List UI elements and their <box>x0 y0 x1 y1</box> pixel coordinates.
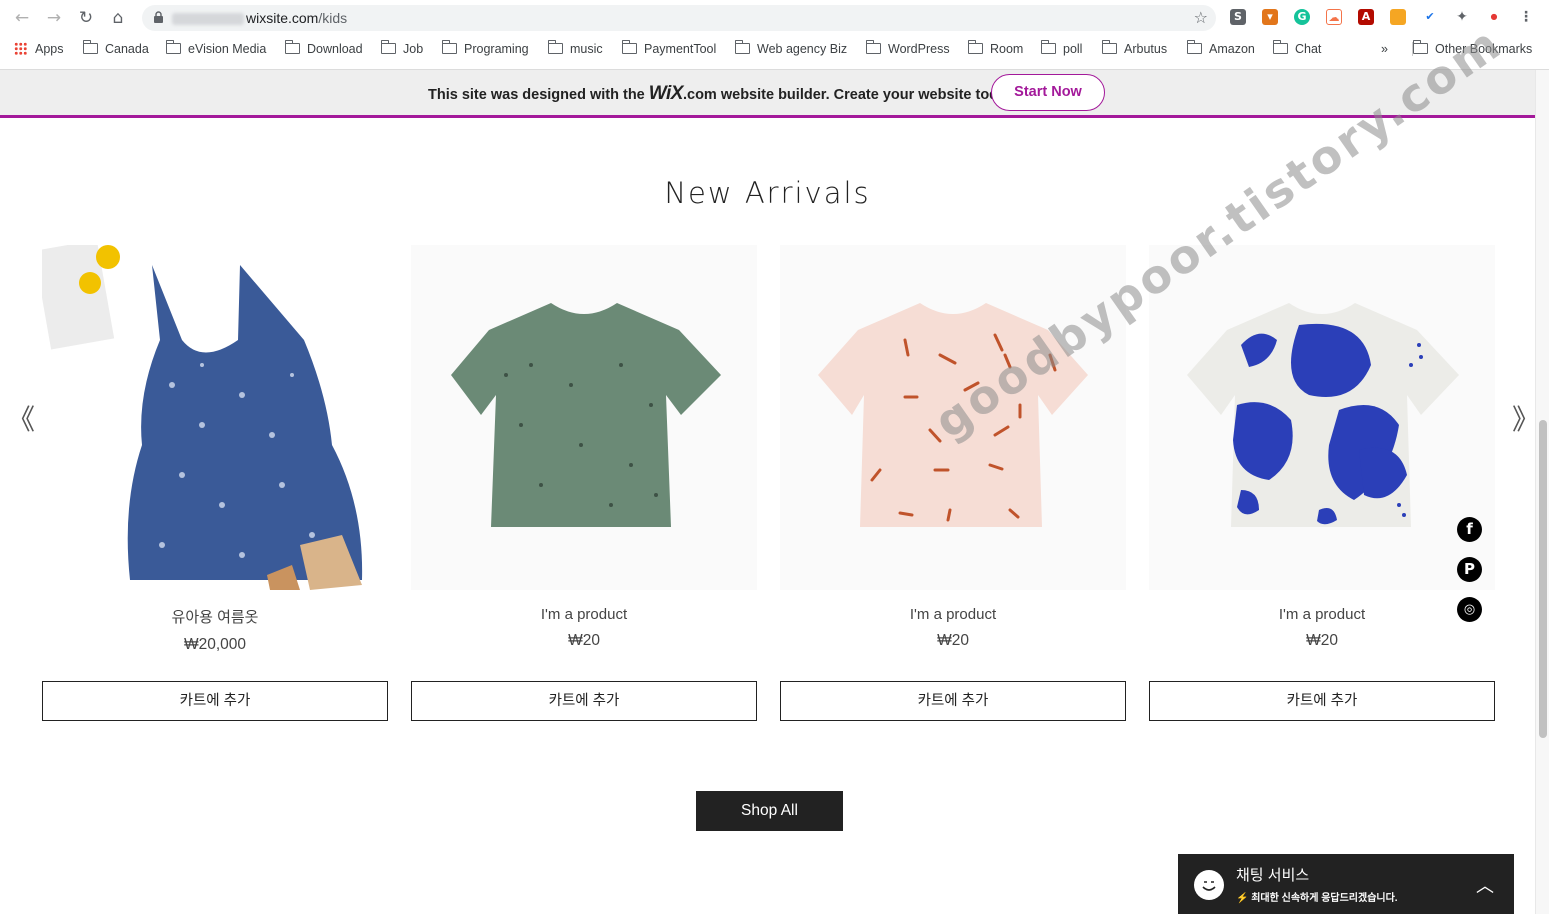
product-image-dress[interactable] <box>42 245 388 590</box>
page-scrollbar[interactable] <box>1535 70 1549 914</box>
product-name[interactable]: I'm a product <box>411 606 757 623</box>
bookmark-amazon[interactable]: Amazon <box>1186 40 1255 56</box>
folder-icon <box>967 40 983 54</box>
lightning-icon: ⚡ <box>1236 893 1252 904</box>
skype-extension-icon[interactable]: S <box>1230 9 1246 25</box>
product-card[interactable]: I'm a product ₩20 카트에 추가 <box>1149 245 1495 721</box>
metamask-extension-icon[interactable]: ▾ <box>1262 9 1278 25</box>
folder-icon <box>284 40 300 54</box>
chat-widget[interactable]: 채팅 서비스 ⚡ 최대한 신속하게 응답드리겠습니다. ︿ <box>1178 854 1514 914</box>
folder-icon <box>1040 40 1056 54</box>
start-now-button[interactable]: Start Now <box>991 74 1105 111</box>
add-to-cart-button[interactable]: 카트에 추가 <box>780 681 1126 721</box>
product-card[interactable]: I'm a product ₩20 카트에 추가 <box>411 245 757 721</box>
chat-title: 채팅 서비스 <box>1236 867 1310 884</box>
product-price: ₩20 <box>1306 632 1338 649</box>
folder-icon <box>380 40 396 54</box>
facebook-icon[interactable]: f <box>1457 517 1482 542</box>
toolbar: ← → ↻ ⌂ wixsite.com/kids ☆ S ▾ G ☁ A ✔ ✦… <box>0 0 1549 36</box>
carousel-prev-arrow[interactable]: 《 <box>7 398 35 438</box>
folder-icon <box>1272 40 1288 54</box>
add-to-cart-button[interactable]: 카트에 추가 <box>411 681 757 721</box>
lock-icon <box>154 11 163 23</box>
chat-avatar-icon <box>1194 870 1224 900</box>
bookmark-poll[interactable]: poll <box>1040 40 1082 56</box>
add-to-cart-button[interactable]: 카트에 추가 <box>42 681 388 721</box>
more-bookmarks-button[interactable]: » <box>1381 42 1388 56</box>
todo-extension-icon[interactable]: ✔ <box>1422 9 1438 25</box>
folder-icon <box>165 40 181 54</box>
home-icon[interactable]: ⌂ <box>108 8 128 28</box>
product-name[interactable]: 유아용 여름옷 <box>42 606 388 627</box>
wix-promo-banner: This site was designed with the WiX.com … <box>0 70 1535 118</box>
reload-icon[interactable]: ↻ <box>76 8 96 28</box>
pdf-extension-icon[interactable]: A <box>1358 9 1374 25</box>
keep-extension-icon[interactable] <box>1390 9 1406 25</box>
address-bar[interactable]: wixsite.com/kids ☆ <box>142 5 1216 31</box>
folder-icon <box>865 40 881 54</box>
folder-icon <box>547 40 563 54</box>
chevron-up-icon[interactable]: ︿ <box>1476 872 1494 898</box>
url-text: wixsite.com/kids <box>172 10 347 26</box>
bookmark-star-icon[interactable]: ☆ <box>1194 8 1208 27</box>
product-name[interactable]: I'm a product <box>780 606 1126 623</box>
folder-icon <box>441 40 457 54</box>
product-price: ₩20 <box>568 632 600 649</box>
forward-icon[interactable]: → <box>44 8 64 28</box>
add-to-cart-button[interactable]: 카트에 추가 <box>1149 681 1495 721</box>
bookmark-programing[interactable]: Programing <box>441 40 529 56</box>
grammarly-extension-icon[interactable]: G <box>1294 9 1310 25</box>
apps-grid-icon <box>14 42 27 55</box>
product-image-green-tshirt[interactable] <box>411 245 757 590</box>
product-card[interactable]: 유아용 여름옷 ₩20,000 카트에 추가 <box>42 245 388 721</box>
product-name[interactable]: I'm a product <box>1149 606 1495 623</box>
menu-kebab-icon[interactable]: ⋮ <box>1518 9 1534 25</box>
folder-icon <box>82 40 98 54</box>
wix-logo: WiX <box>648 83 684 104</box>
bookmark-apps[interactable]: Apps <box>14 42 64 56</box>
bookmark-room[interactable]: Room <box>967 40 1023 56</box>
wix-promo-text: This site was designed with the WiX.com … <box>428 83 1018 104</box>
bookmark-arbutus[interactable]: Arbutus <box>1101 40 1167 56</box>
chat-subtitle: ⚡ 최대한 신속하게 응답드리겠습니다. <box>1236 893 1398 904</box>
folder-icon <box>1101 40 1117 54</box>
extensions-puzzle-icon[interactable]: ✦ <box>1454 9 1470 25</box>
bookmark-download[interactable]: Download <box>284 40 363 56</box>
bookmarks-bar: Apps Canada eVision Media Download Job P… <box>0 38 1549 62</box>
folder-icon <box>734 40 750 54</box>
cloud-extension-icon[interactable]: ☁ <box>1326 9 1342 25</box>
instagram-icon[interactable]: ◎ <box>1457 597 1482 622</box>
bookmark-music[interactable]: music <box>547 40 603 56</box>
bookmark-chat[interactable]: Chat <box>1272 40 1321 56</box>
scrollbar-thumb[interactable] <box>1539 420 1547 738</box>
bookmark-paymenttool[interactable]: PaymentTool <box>621 40 716 56</box>
bookmark-evision-media[interactable]: eVision Media <box>165 40 266 56</box>
bookmark-job[interactable]: Job <box>380 40 423 56</box>
bookmark-wordpress[interactable]: WordPress <box>865 40 950 56</box>
folder-icon <box>621 40 637 54</box>
product-price: ₩20,000 <box>183 636 247 653</box>
browser-chrome: ← → ↻ ⌂ wixsite.com/kids ☆ S ▾ G ☁ A ✔ ✦… <box>0 0 1549 70</box>
product-image-blue-pattern-tshirt[interactable] <box>1149 245 1495 590</box>
profile-extension-icon[interactable]: ● <box>1486 9 1502 25</box>
product-price: ₩20 <box>937 632 969 649</box>
carousel-next-arrow[interactable]: 》 <box>1512 398 1540 438</box>
shop-all-button[interactable]: Shop All <box>696 791 843 831</box>
folder-icon <box>1186 40 1202 54</box>
bookmark-canada[interactable]: Canada <box>82 40 149 56</box>
pinterest-icon[interactable]: P <box>1457 557 1482 582</box>
bookmark-web-agency-biz[interactable]: Web agency Biz <box>734 40 847 56</box>
back-icon[interactable]: ← <box>12 8 32 28</box>
